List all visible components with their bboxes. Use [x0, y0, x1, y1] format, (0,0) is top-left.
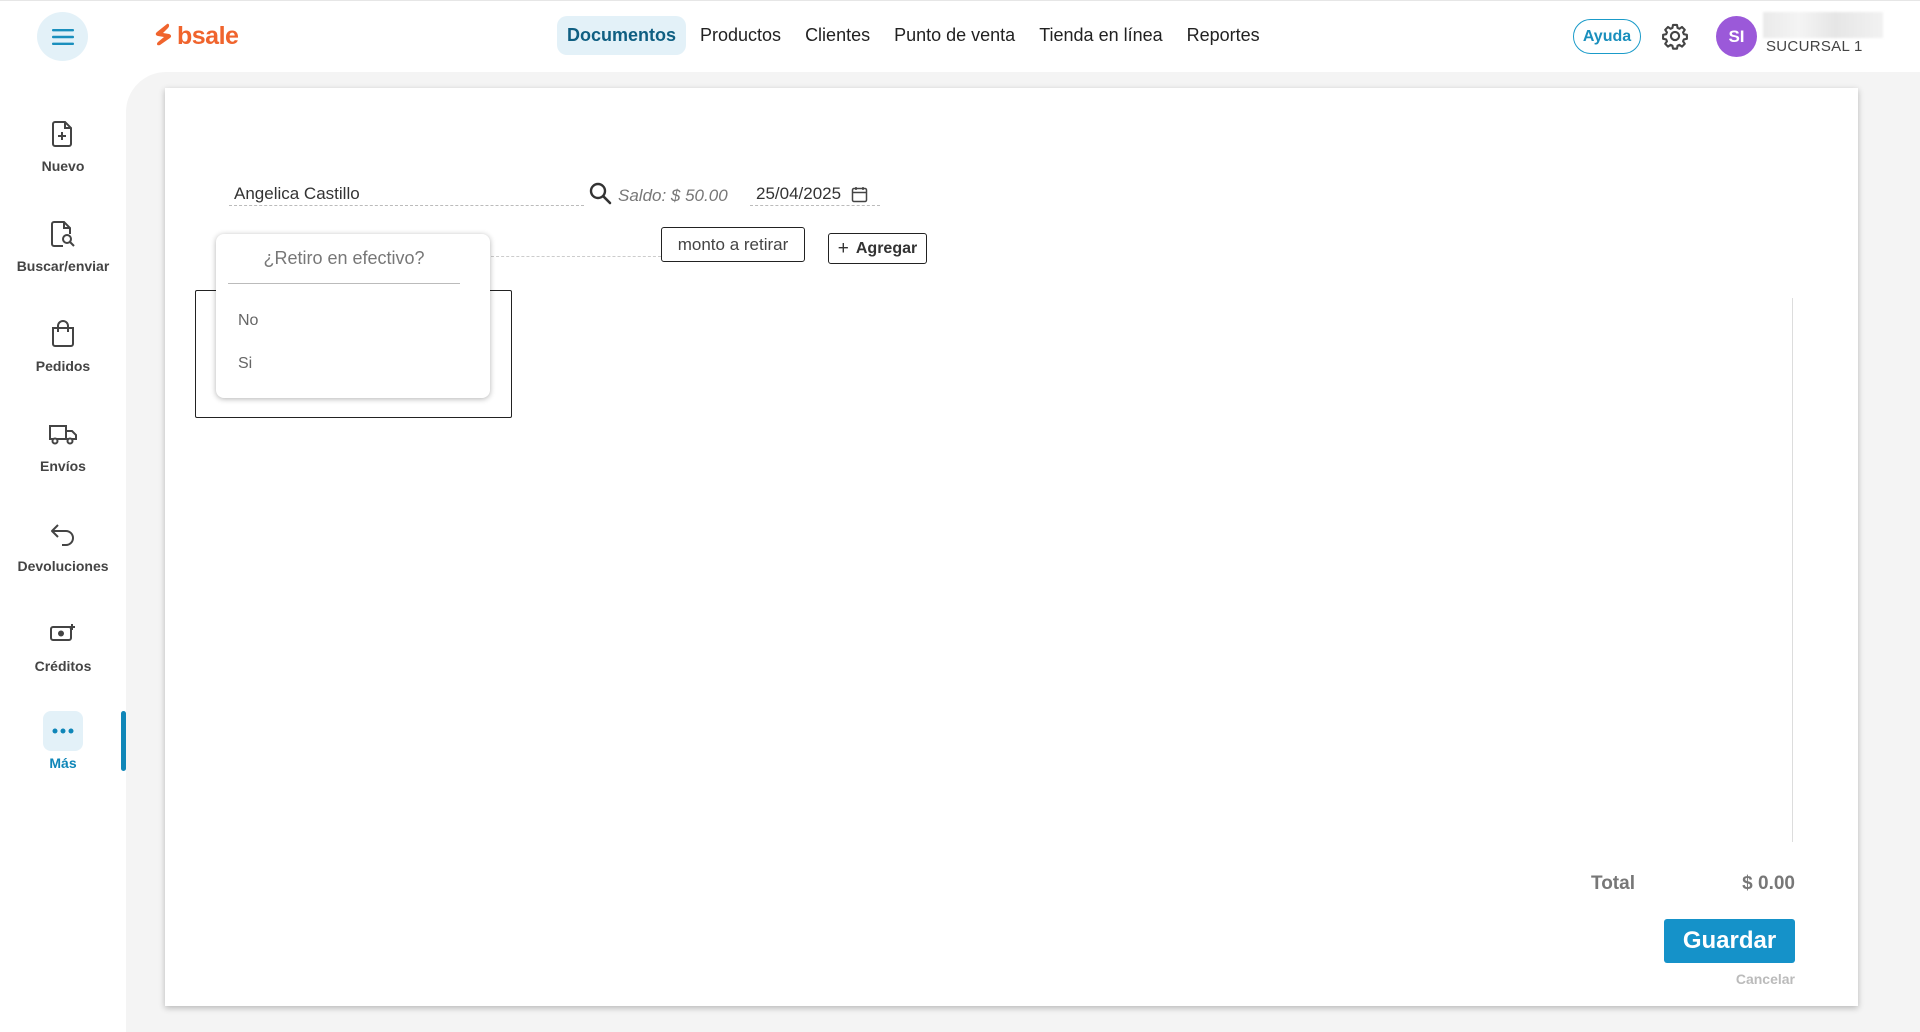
nav-documentos[interactable]: Documentos [557, 16, 687, 55]
sidebar-item-label: Devoluciones [17, 558, 109, 574]
document-card [165, 88, 1858, 1006]
side-icon-wrap-creditos [43, 614, 83, 654]
add-button-label: Agregar [855, 239, 918, 257]
cash-plus-icon [50, 624, 75, 641]
side-icon-wrap-envios [43, 414, 83, 454]
row-divider [491, 256, 661, 257]
gear-icon[interactable] [1661, 22, 1689, 50]
scroll-track [1792, 298, 1793, 842]
truck-icon [49, 425, 77, 445]
top-bar: bsale Documentos Productos Clientes Punt… [0, 0, 1920, 70]
saldo-label: Saldo: $ 50.00 [618, 186, 728, 205]
nav-punto-de-venta[interactable]: Punto de venta [884, 16, 1025, 55]
sidebar-item-label: Pedidos [35, 358, 91, 374]
dropdown-option-no[interactable]: No [238, 312, 258, 330]
nav-tienda-en-linea[interactable]: Tienda en línea [1029, 16, 1172, 55]
avatar[interactable]: SI [1716, 16, 1757, 57]
sidebar: Nuevo Buscar/enviar Pedidos Envíos Devol… [0, 70, 126, 1032]
plus-icon: + [837, 238, 849, 259]
nav-reportes[interactable]: Reportes [1177, 16, 1270, 55]
sidebar-item-devoluciones[interactable]: Devoluciones [0, 514, 126, 594]
hamburger-icon [51, 28, 74, 45]
total-label: Total [1591, 873, 1635, 894]
sidebar-item-buscar-enviar[interactable]: Buscar/enviar [0, 214, 126, 294]
file-plus-icon [52, 121, 72, 147]
dropdown-option-si[interactable]: Si [238, 355, 252, 373]
total-value: $ 0.00 [1742, 873, 1795, 894]
user-name-redacted [1763, 12, 1883, 38]
nav-clientes[interactable]: Clientes [795, 16, 880, 55]
side-icon-wrap-nuevo [43, 114, 83, 154]
sidebar-item-label: Más [49, 755, 77, 771]
file-search-icon [51, 221, 75, 247]
side-icon-wrap-devoluciones [43, 514, 83, 554]
side-icon-wrap-mas [43, 711, 83, 751]
sidebar-item-label: Buscar/enviar [16, 258, 110, 274]
sidebar-item-mas[interactable]: Más [0, 711, 126, 791]
nav-productos[interactable]: Productos [690, 16, 791, 55]
add-button[interactable]: + Agregar [828, 233, 927, 264]
cancel-link[interactable]: Cancelar [1736, 971, 1795, 987]
sidebar-item-label: Nuevo [41, 158, 85, 174]
menu-toggle-button[interactable] [37, 12, 88, 61]
help-button[interactable]: Ayuda [1573, 19, 1641, 54]
more-dots-icon [52, 728, 74, 734]
sidebar-item-label: Créditos [34, 658, 92, 674]
client-name-field[interactable]: Angelica Castillo [229, 176, 584, 206]
sidebar-item-pedidos[interactable]: Pedidos [0, 314, 126, 394]
bag-icon [52, 320, 74, 347]
main-nav: Documentos Productos Clientes Punto de v… [557, 16, 1270, 55]
side-icon-wrap-buscar [43, 214, 83, 254]
bsale-logo[interactable]: bsale [153, 22, 239, 51]
sidebar-item-envios[interactable]: Envíos [0, 414, 126, 494]
amount-input[interactable]: monto a retirar [661, 227, 805, 262]
branch-label[interactable]: SUCURSAL 1 [1766, 38, 1863, 55]
return-arrow-icon [51, 524, 74, 546]
logo-text: bsale [177, 22, 239, 50]
save-button[interactable]: Guardar [1664, 919, 1795, 963]
calendar-icon[interactable] [851, 186, 868, 203]
sidebar-item-creditos[interactable]: Créditos [0, 614, 126, 694]
search-icon[interactable] [588, 181, 612, 205]
dropdown-header[interactable]: ¿Retiro en efectivo? [228, 234, 460, 284]
cash-withdrawal-dropdown[interactable]: ¿Retiro en efectivo? No Si [216, 234, 490, 398]
side-icon-wrap-pedidos [43, 314, 83, 354]
sidebar-item-nuevo[interactable]: Nuevo [0, 114, 126, 194]
sidebar-item-label: Envíos [40, 458, 86, 474]
bsale-logo-icon [155, 23, 172, 45]
